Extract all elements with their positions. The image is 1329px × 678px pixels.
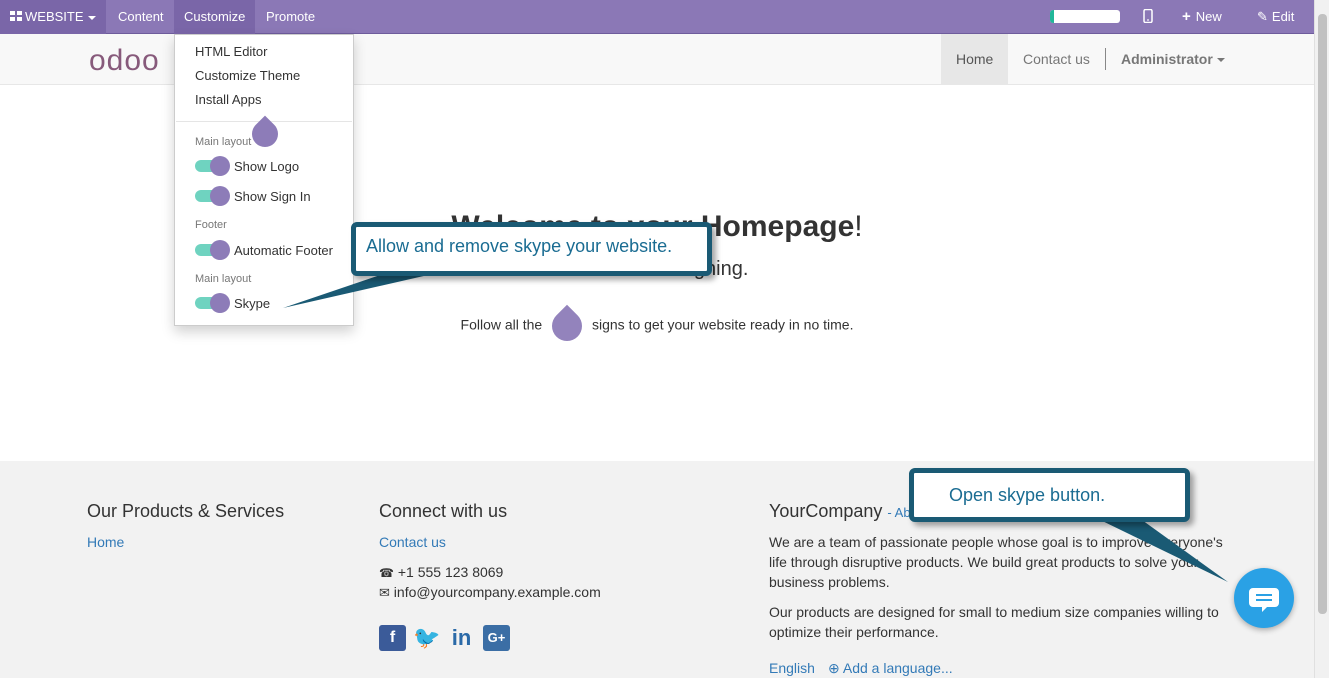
page-scrollbar[interactable] [1314,0,1329,678]
callout-skype-button: Open skype button. [909,468,1190,522]
scrollbar-thumb[interactable] [1318,14,1327,614]
callout-pointers [283,270,1228,582]
chat-bubble-icon [1249,588,1279,612]
callout-skype-toggle: Allow and remove skype your website. [351,222,712,276]
skype-chat-button[interactable] [1234,568,1294,628]
callout-pointer-skype-button [1090,515,1228,582]
